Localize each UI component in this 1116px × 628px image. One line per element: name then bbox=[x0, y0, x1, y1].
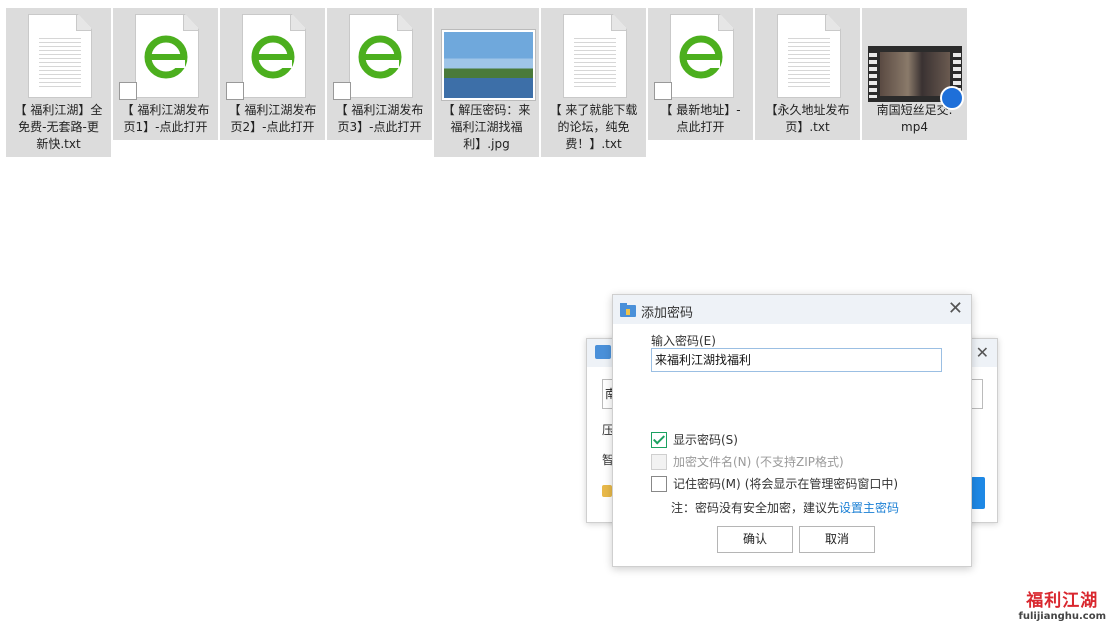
shortcut-arrow-icon bbox=[226, 82, 244, 100]
security-note-text: 注：密码没有安全加密，建议先 bbox=[671, 501, 840, 515]
set-master-password-link[interactable]: 设置主密码 bbox=[839, 501, 899, 515]
file-item[interactable]: 【 福利江湖】全 免费-无套路-更 新快.txt bbox=[6, 8, 111, 157]
file-item[interactable]: 【 来了就能下载 的论坛，纯免 费！】.txt bbox=[541, 8, 646, 157]
encrypt-filenames-note: (不支持ZIP格式) bbox=[755, 455, 844, 469]
archive-icon bbox=[620, 303, 636, 317]
file-item[interactable]: 南国短丝足交. mp4 bbox=[862, 8, 967, 140]
ie-browser-icon bbox=[358, 35, 402, 79]
dialog-titlebar: 添加密码 ✕ bbox=[613, 295, 971, 324]
archive-icon bbox=[595, 345, 611, 359]
watermark-title: 福利江湖 bbox=[1026, 591, 1099, 611]
file-name: 【 最新地址】- 点此打开 bbox=[660, 103, 741, 134]
video-thumbnail bbox=[868, 46, 964, 110]
remember-password-note: (将会显示在管理密码窗口中) bbox=[744, 477, 899, 491]
text-file-icon bbox=[563, 14, 627, 98]
video-player-icon bbox=[940, 86, 964, 110]
remember-password-label: 记住密码(M) bbox=[673, 477, 741, 491]
watermark-logo: 福利江湖 fulijianghu.com bbox=[1019, 586, 1106, 622]
file-item[interactable]: 【永久地址发布 页】.txt bbox=[755, 8, 860, 140]
shortcut-arrow-icon bbox=[119, 82, 137, 100]
show-password-checkbox[interactable] bbox=[651, 431, 667, 448]
remember-password-option[interactable]: 记住密码(M) (将会显示在管理密码窗口中) bbox=[651, 475, 898, 492]
text-file-icon bbox=[777, 14, 841, 98]
file-item[interactable]: 【 福利江湖发布 页2】-点此打开 bbox=[220, 8, 325, 140]
file-name: 【 福利江湖】全 免费-无套路-更 新快.txt bbox=[14, 103, 103, 151]
ie-browser-icon bbox=[251, 35, 295, 79]
file-item[interactable]: 【 最新地址】- 点此打开 bbox=[648, 8, 753, 140]
show-password-option[interactable]: 显示密码(S) bbox=[651, 431, 738, 448]
password-input[interactable] bbox=[651, 348, 942, 372]
remember-password-checkbox[interactable] bbox=[651, 475, 667, 492]
browse-link[interactable] bbox=[972, 379, 983, 409]
file-name: 【 解压密码：来 福利江湖找福 利】.jpg bbox=[442, 103, 531, 151]
file-item[interactable]: 【 解压密码：来 福利江湖找福 利】.jpg bbox=[434, 8, 539, 157]
password-label: 输入密码(E) bbox=[651, 334, 716, 348]
confirm-button[interactable]: 确认 bbox=[717, 526, 793, 553]
show-password-label: 显示密码(S) bbox=[673, 433, 738, 447]
text-file-icon bbox=[28, 14, 92, 98]
start-button[interactable] bbox=[971, 477, 985, 509]
file-name: 【 福利江湖发布 页2】-点此打开 bbox=[228, 103, 317, 134]
security-note: 注：密码没有安全加密，建议先设置主密码 bbox=[671, 499, 899, 516]
ie-browser-icon bbox=[679, 35, 723, 79]
cancel-button[interactable]: 取消 bbox=[799, 526, 875, 553]
file-item[interactable]: 【 福利江湖发布 页1】-点此打开 bbox=[113, 8, 218, 140]
image-thumbnail bbox=[442, 30, 535, 100]
shortcut-arrow-icon bbox=[333, 82, 351, 100]
file-name: 【永久地址发布 页】.txt bbox=[765, 103, 850, 134]
encrypt-filenames-checkbox bbox=[651, 453, 667, 470]
add-password-dialog: 添加密码 ✕ 输入密码(E) 显示密码(S) 加密文件名(N) (不支持ZIP格… bbox=[612, 294, 972, 567]
file-item[interactable]: 【 福利江湖发布 页3】-点此打开 bbox=[327, 8, 432, 140]
close-button[interactable]: ✕ bbox=[948, 299, 963, 319]
encrypt-filenames-label: 加密文件名(N) bbox=[673, 455, 752, 469]
shortcut-arrow-icon bbox=[654, 82, 672, 100]
file-name: 【 福利江湖发布 页3】-点此打开 bbox=[335, 103, 424, 134]
file-name: 【 来了就能下载 的论坛，纯免 费！】.txt bbox=[549, 103, 638, 151]
encrypt-filenames-option: 加密文件名(N) (不支持ZIP格式) bbox=[651, 453, 844, 470]
close-icon[interactable]: ✕ bbox=[976, 343, 989, 362]
watermark-url: fulijianghu.com bbox=[1018, 611, 1106, 622]
dialog-title: 添加密码 bbox=[641, 306, 694, 321]
ie-browser-icon bbox=[144, 35, 188, 79]
file-name: 【 福利江湖发布 页1】-点此打开 bbox=[121, 103, 210, 134]
lock-icon[interactable] bbox=[602, 485, 612, 497]
